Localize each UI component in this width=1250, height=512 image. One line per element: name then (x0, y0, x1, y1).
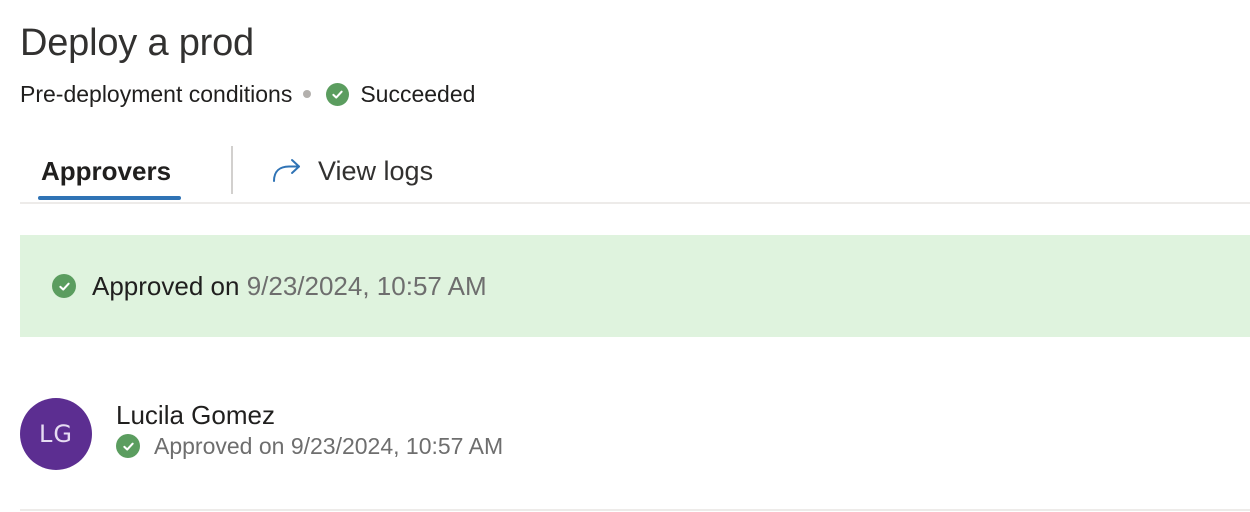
view-logs-link[interactable]: View logs (272, 140, 433, 202)
stage-status-line: Pre-deployment conditions Succeeded (20, 79, 475, 109)
check-circle-icon (52, 274, 76, 298)
approval-banner-text: Approved on 9/23/2024, 10:57 AM (92, 271, 487, 302)
selected-tab-indicator (38, 196, 181, 200)
view-logs-label: View logs (318, 155, 434, 186)
approval-banner: Approved on 9/23/2024, 10:57 AM (20, 235, 1250, 337)
approver-name: Lucila Gomez (116, 400, 275, 430)
page-title: Deploy a prod (20, 22, 254, 64)
tab-divider (231, 146, 233, 194)
divider (20, 509, 1250, 511)
share-arrow-icon (272, 158, 302, 184)
tab-approvers-label: Approvers (41, 155, 172, 186)
stage-label: Pre-deployment conditions (20, 80, 293, 107)
tab-approvers[interactable]: Approvers (38, 140, 174, 202)
tab-bar: Approvers View logs (20, 140, 1250, 204)
check-circle-icon (326, 82, 350, 106)
deployment-approvals-panel: Deploy a prod Pre-deployment conditions … (0, 0, 1250, 512)
approver-status-text: Approved on 9/23/2024, 10:57 AM (154, 432, 504, 459)
avatar: LG (20, 398, 92, 470)
check-circle-icon (116, 434, 140, 458)
status-text: Succeeded (360, 80, 476, 107)
approval-banner-label: Approved on (92, 270, 240, 301)
approver-status: Approved on 9/23/2024, 10:57 AM (116, 431, 503, 461)
approver-row: LG Lucila Gomez Approved on 9/23/2024, 1… (20, 398, 1250, 470)
separator-dot (303, 90, 312, 98)
approval-banner-timestamp: 9/23/2024, 10:57 AM (246, 270, 487, 301)
